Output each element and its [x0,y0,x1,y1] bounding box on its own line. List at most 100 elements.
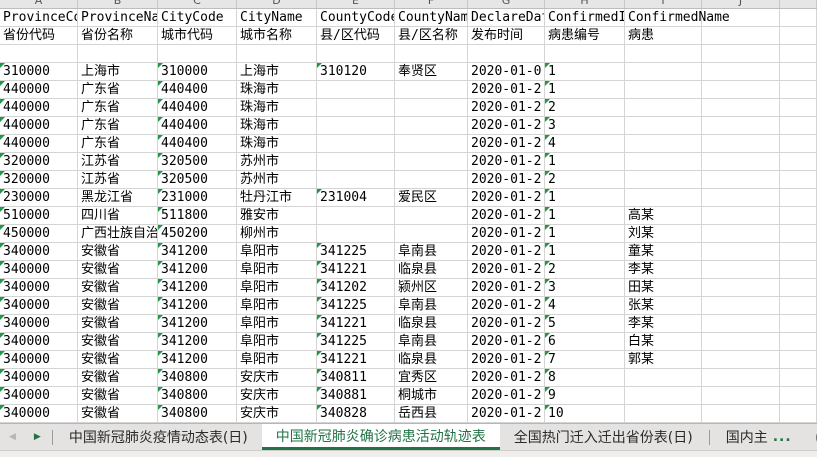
cell-declare-date[interactable]: 2020-01-2 [468,369,545,387]
cell-province-code[interactable]: 省份代码 [0,27,78,45]
cell-declare-date[interactable]: 2020-01-2 [468,261,545,279]
cell-county-code[interactable]: 341225 [317,243,395,261]
cell-empty-j[interactable] [702,45,780,63]
column-header-G[interactable]: G [468,0,545,8]
cell-city-name[interactable]: CityName [237,9,317,27]
cell-declare-date[interactable]: 2020-01-2 [468,243,545,261]
cell-empty-j[interactable] [702,279,780,297]
cell-city-code[interactable]: 310000 [158,63,237,81]
cell-city-code[interactable]: 440400 [158,117,237,135]
cell-empty-j[interactable] [702,27,780,45]
cell-city-code[interactable]: 450200 [158,225,237,243]
cell-empty-k[interactable] [780,279,817,297]
cell-county-code[interactable] [317,207,395,225]
cell-confirmed-name[interactable] [625,405,702,423]
cell-province-code[interactable]: 340000 [0,369,78,387]
cell-declare-date[interactable]: 2020-01-2 [468,333,545,351]
cell-county-code[interactable] [317,225,395,243]
column-header-D[interactable]: D [237,0,317,8]
cell-confirmed-id[interactable]: 7 [545,351,625,369]
cell-county-code[interactable]: CountyCode [317,9,395,27]
cell-province-name[interactable]: 安徽省 [78,369,158,387]
cell-province-code[interactable]: 340000 [0,243,78,261]
cell-city-name[interactable]: 苏州市 [237,153,317,171]
column-header-B[interactable]: B [78,0,158,8]
cell-city-code[interactable]: 341200 [158,297,237,315]
cell-province-name[interactable]: 安徽省 [78,315,158,333]
cell-confirmed-id[interactable]: 1 [545,207,625,225]
cell-county-code[interactable]: 341221 [317,315,395,333]
cell-confirmed-name[interactable] [625,63,702,81]
cell-confirmed-id[interactable]: 4 [545,135,625,153]
cell-confirmed-id[interactable]: 3 [545,279,625,297]
cell-confirmed-name[interactable]: ConfirmedName [625,9,730,27]
cell-city-name[interactable]: 上海市 [237,63,317,81]
cell-province-code[interactable]: 510000 [0,207,78,225]
cell-county-code[interactable]: 340881 [317,387,395,405]
cell-province-code[interactable]: 340000 [0,315,78,333]
cell-confirmed-name[interactable]: 张某 [625,297,702,315]
column-header-E[interactable]: E [317,0,395,8]
cell-declare-date[interactable]: 2020-01-2 [468,405,545,423]
cell-county-name[interactable] [395,225,468,243]
cell-confirmed-id[interactable]: 1 [545,153,625,171]
cell-city-code[interactable]: 341200 [158,261,237,279]
cell-county-code[interactable]: 县/区代码 [317,27,395,45]
cell-confirmed-name[interactable] [625,369,702,387]
cell-declare-date[interactable]: 2020-01-2 [468,351,545,369]
cell-city-code[interactable]: 440400 [158,99,237,117]
cell-empty-k[interactable] [780,315,817,333]
cell-confirmed-name[interactable]: 郭某 [625,351,702,369]
cell-city-name[interactable]: 珠海市 [237,117,317,135]
cell-confirmed-name[interactable]: 病患 [625,27,702,45]
cell-empty-k[interactable] [780,333,817,351]
column-header-F[interactable]: F [395,0,468,8]
cell-province-code[interactable]: 340000 [0,333,78,351]
cell-county-code[interactable] [317,135,395,153]
cell-county-code[interactable]: 341225 [317,333,395,351]
cell-county-code[interactable] [317,45,395,63]
cell-declare-date[interactable]: 2020-01-2 [468,153,545,171]
cell-confirmed-id[interactable]: 1 [545,225,625,243]
cell-county-name[interactable] [395,117,468,135]
cell-province-code[interactable]: 340000 [0,279,78,297]
cell-county-name[interactable]: 奉贤区 [395,63,468,81]
cell-county-name[interactable] [395,207,468,225]
cell-province-code[interactable]: 340000 [0,387,78,405]
cell-empty-k[interactable] [780,261,817,279]
cell-county-name[interactable]: 桐城市 [395,387,468,405]
cell-city-name[interactable]: 珠海市 [237,135,317,153]
cell-declare-date[interactable]: 发布时间 [468,27,545,45]
cell-province-name[interactable]: 广西壮族自治区 [78,225,158,243]
cell-province-code[interactable]: 230000 [0,189,78,207]
cell-declare-date[interactable]: 2020-01-2 [468,279,545,297]
cell-province-code[interactable]: 440000 [0,81,78,99]
cell-city-code[interactable]: 341200 [158,279,237,297]
cell-city-code[interactable]: 341200 [158,333,237,351]
cell-city-code[interactable]: 341200 [158,351,237,369]
cell-confirmed-id[interactable]: 2 [545,99,625,117]
cell-confirmed-id[interactable]: 1 [545,243,625,261]
cell-city-name[interactable]: 珠海市 [237,99,317,117]
cell-confirmed-name[interactable]: 李某 [625,315,702,333]
cell-empty-j[interactable] [702,135,780,153]
cell-city-name[interactable]: 安庆市 [237,369,317,387]
cell-confirmed-id[interactable]: 9 [545,387,625,405]
cell-province-name[interactable]: 广东省 [78,135,158,153]
cell-city-name[interactable]: 苏州市 [237,171,317,189]
cell-province-name[interactable] [78,45,158,63]
cell-empty-j[interactable] [702,99,780,117]
cell-city-code[interactable]: CityCode [158,9,237,27]
cell-city-code[interactable]: 340800 [158,387,237,405]
cell-county-code[interactable]: 310120 [317,63,395,81]
cell-confirmed-id[interactable] [545,45,625,63]
cell-county-name[interactable] [395,99,468,117]
cell-county-name[interactable]: CountyName [395,9,468,27]
cell-empty-j[interactable] [702,207,780,225]
cell-empty-k[interactable] [780,297,817,315]
cell-province-name[interactable]: 四川省 [78,207,158,225]
cell-confirmed-name[interactable] [625,81,702,99]
cell-city-name[interactable]: 阜阳市 [237,261,317,279]
cell-province-name[interactable]: 安徽省 [78,387,158,405]
cell-empty-k[interactable] [780,153,817,171]
